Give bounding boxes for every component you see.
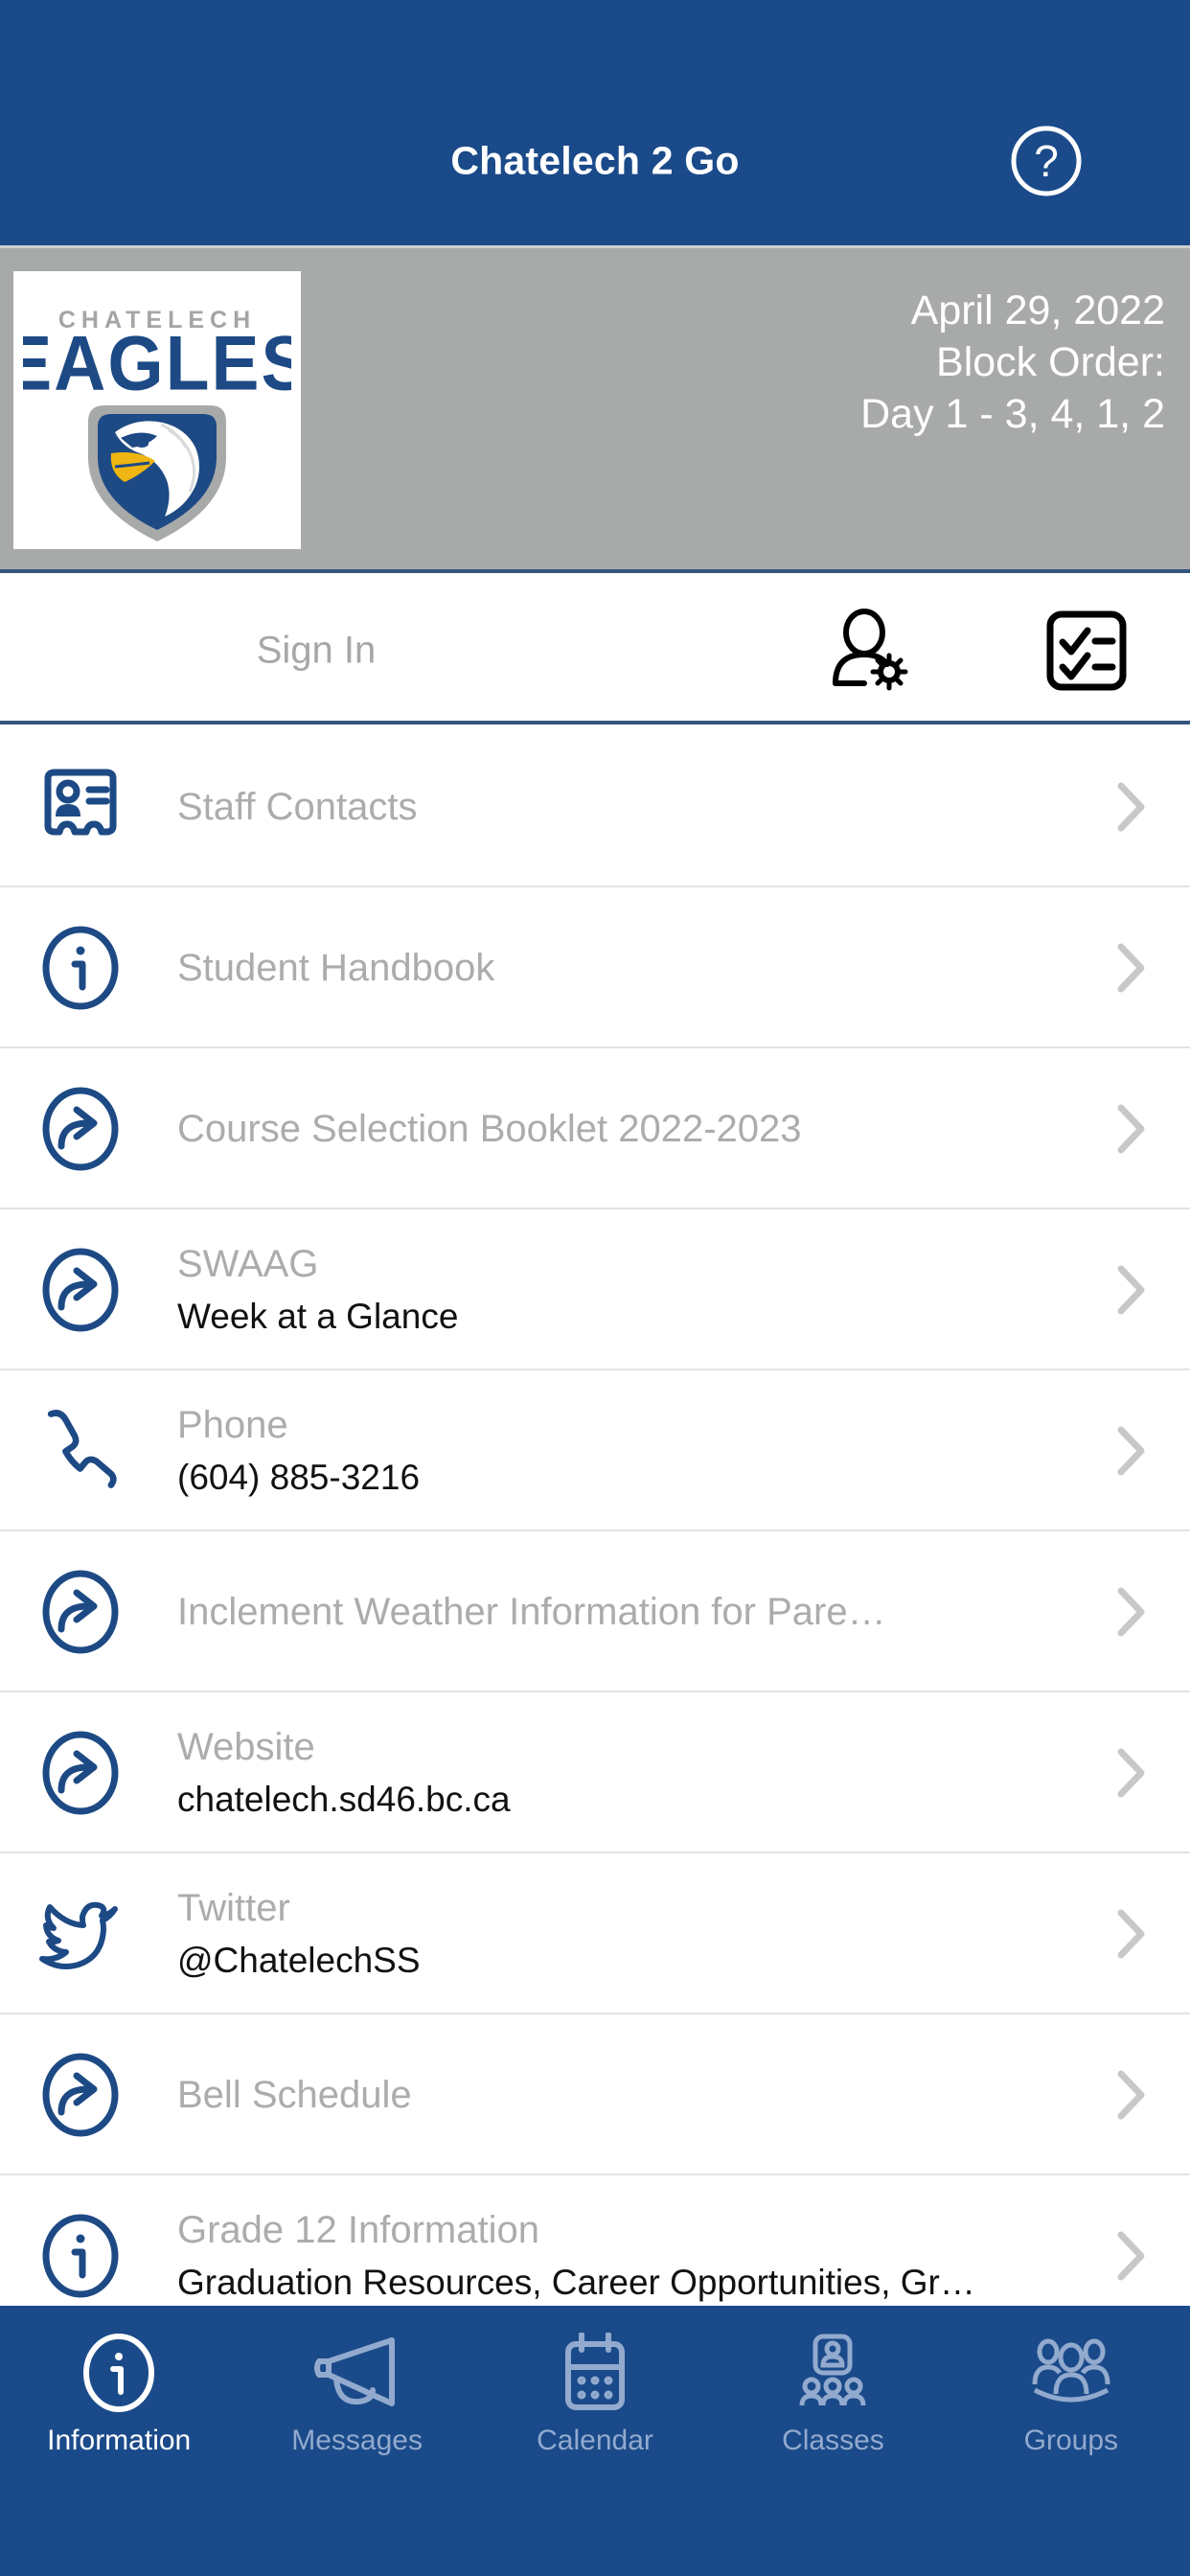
school-banner: CHATELECH EAGLES xyxy=(0,245,1190,569)
list-item[interactable]: Phone (604) 885-3216 xyxy=(0,1370,1190,1531)
twitter-bird-icon xyxy=(36,1890,125,1978)
sign-in-button[interactable]: Sign In xyxy=(257,630,377,673)
list-item-title: Inclement Weather Information for Pare… xyxy=(177,1591,886,1633)
list-item-text: Grade 12 Information Graduation Resource… xyxy=(177,2175,1085,2306)
list-item-text: Bell Schedule xyxy=(177,2014,1085,2175)
list-item-title: Bell Schedule xyxy=(177,2074,412,2116)
signin-bar: Sign In xyxy=(0,569,1190,724)
svg-text:?: ? xyxy=(1034,136,1059,186)
school-logo: CHATELECH EAGLES xyxy=(13,271,301,549)
tab-classes[interactable]: Classes xyxy=(714,2306,951,2576)
phone-icon xyxy=(36,1407,125,1495)
list-item-subtitle: Graduation Resources, Career Opportuniti… xyxy=(177,2263,975,2302)
list-item-title: Staff Contacts xyxy=(177,786,418,828)
tab-information[interactable]: Information xyxy=(0,2306,238,2576)
list-item-text: Inclement Weather Information for Pare… xyxy=(177,1531,1085,1692)
list-item-text: Staff Contacts xyxy=(177,726,1085,887)
info-circle-icon xyxy=(36,2212,125,2300)
list-item-title: Phone xyxy=(177,1404,288,1446)
list-item-text: Course Selection Booklet 2022-2023 xyxy=(177,1048,1085,1209)
calendar-icon xyxy=(555,2327,635,2419)
list-item[interactable]: Website chatelech.sd46.bc.ca xyxy=(0,1692,1190,1853)
list-item-title: Website xyxy=(177,1726,315,1768)
user-settings-icon[interactable] xyxy=(824,607,912,695)
list-item[interactable]: Twitter @ChatelechSS xyxy=(0,1853,1190,2014)
information-list[interactable]: Staff Contacts Student Handbook Course S… xyxy=(0,726,1190,2306)
list-item[interactable]: Inclement Weather Information for Pare… xyxy=(0,1531,1190,1692)
megaphone-icon xyxy=(313,2327,401,2419)
list-item-text: Website chatelech.sd46.bc.ca xyxy=(177,1692,1085,1853)
chevron-right-icon xyxy=(1115,1263,1148,1317)
external-link-icon xyxy=(36,1085,125,1173)
list-item[interactable]: Grade 12 Information Graduation Resource… xyxy=(0,2175,1190,2306)
list-item-title: Grade 12 Information xyxy=(177,2209,539,2251)
list-item[interactable]: Bell Schedule xyxy=(0,2014,1190,2175)
list-item-text: Student Handbook xyxy=(177,887,1085,1048)
banner-block-order-label: Block Order: xyxy=(936,339,1165,385)
chevron-right-icon xyxy=(1115,1746,1148,1800)
tab-label: Calendar xyxy=(537,2425,653,2456)
external-link-icon xyxy=(36,1246,125,1334)
list-item-subtitle: chatelech.sd46.bc.ca xyxy=(177,1780,511,1819)
tab-label: Information xyxy=(47,2425,192,2456)
list-item-subtitle: @ChatelechSS xyxy=(177,1941,421,1980)
top-navigation-bar: Chatelech 2 Go ? xyxy=(0,0,1190,245)
list-item[interactable]: SWAAG Week at a Glance xyxy=(0,1209,1190,1370)
help-circle-icon[interactable]: ? xyxy=(1010,125,1083,197)
info-circle-icon xyxy=(79,2327,159,2419)
groups-icon xyxy=(1027,2327,1115,2419)
list-item-title: Student Handbook xyxy=(177,947,495,989)
chevron-right-icon xyxy=(1115,941,1148,995)
list-item-title: Twitter xyxy=(177,1887,290,1929)
chevron-right-icon xyxy=(1115,1102,1148,1156)
chevron-right-icon xyxy=(1115,2229,1148,2283)
list-item-text: Phone (604) 885-3216 xyxy=(177,1370,1085,1531)
list-item-title: Course Selection Booklet 2022-2023 xyxy=(177,1108,802,1150)
svg-text:EAGLES: EAGLES xyxy=(23,321,291,406)
contact-card-icon xyxy=(36,763,125,851)
banner-info: April 29, 2022 Block Order: Day 1 - 3, 4… xyxy=(360,285,1165,440)
tab-label: Groups xyxy=(1023,2425,1119,2456)
classes-icon xyxy=(792,2327,873,2419)
chevron-right-icon xyxy=(1115,1424,1148,1478)
tab-label: Messages xyxy=(291,2425,423,2456)
list-item-title: SWAAG xyxy=(177,1243,319,1285)
banner-block-order-value: Day 1 - 3, 4, 1, 2 xyxy=(860,391,1165,437)
list-item[interactable]: Staff Contacts xyxy=(0,726,1190,887)
bottom-tab-bar: Information Messages Calendar Classes Gr… xyxy=(0,2306,1190,2576)
list-item[interactable]: Student Handbook xyxy=(0,887,1190,1048)
tab-label: Classes xyxy=(782,2425,884,2456)
chevron-right-icon xyxy=(1115,1907,1148,1961)
external-link-icon xyxy=(36,1568,125,1656)
chevron-right-icon xyxy=(1115,2068,1148,2122)
list-item-subtitle: Week at a Glance xyxy=(177,1297,459,1336)
chevron-right-icon xyxy=(1115,780,1148,834)
external-link-icon xyxy=(36,2051,125,2139)
info-circle-icon xyxy=(36,924,125,1012)
list-item-text: Twitter @ChatelechSS xyxy=(177,1853,1085,2014)
banner-date: April 29, 2022 xyxy=(910,288,1165,334)
list-item[interactable]: Course Selection Booklet 2022-2023 xyxy=(0,1048,1190,1209)
chevron-right-icon xyxy=(1115,1585,1148,1639)
tab-groups[interactable]: Groups xyxy=(952,2306,1190,2576)
tab-messages[interactable]: Messages xyxy=(238,2306,475,2576)
external-link-icon xyxy=(36,1729,125,1817)
list-item-text: SWAAG Week at a Glance xyxy=(177,1209,1085,1370)
list-item-subtitle: (604) 885-3216 xyxy=(177,1458,421,1497)
tab-calendar[interactable]: Calendar xyxy=(476,2306,714,2576)
checklist-icon[interactable] xyxy=(1045,610,1128,692)
